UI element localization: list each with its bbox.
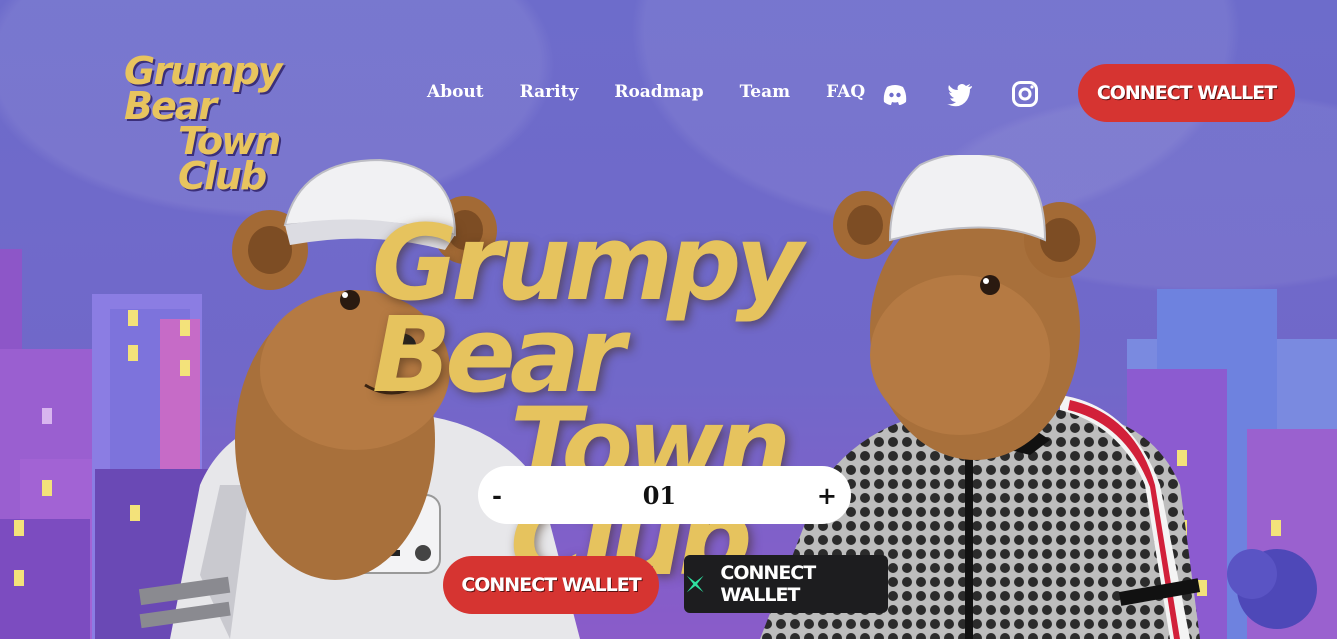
alt-connect-wallet-label: CONNECT WALLET (720, 562, 816, 606)
quantity-value: 01 (642, 480, 677, 510)
main-nav: About Rarity Roadmap Team FAQ (427, 82, 901, 102)
hero-title-line1: Grumpy Bear (372, 202, 803, 416)
site-logo[interactable]: Grumpy Bear Town Club (124, 49, 364, 198)
alt-connect-wallet-button[interactable]: CONNECT WALLET (684, 555, 888, 613)
increment-button[interactable]: + (817, 481, 851, 510)
quantity-stepper: - 01 + (478, 466, 851, 524)
decrement-button[interactable]: - (478, 481, 502, 510)
instagram-icon[interactable] (1011, 80, 1039, 108)
nav-rarity[interactable]: Rarity (520, 82, 579, 102)
nav-roadmap[interactable]: Roadmap (614, 82, 703, 102)
discord-icon[interactable] (881, 80, 909, 108)
nav-team[interactable]: Team (740, 82, 791, 102)
nav-about[interactable]: About (427, 82, 484, 102)
nav-faq[interactable]: FAQ (826, 82, 865, 102)
logo-line1: Grumpy Bear (124, 49, 283, 128)
hero-title: Grumpy Bear Town Club (360, 202, 1000, 590)
header-connect-wallet-button[interactable]: CONNECT WALLET (1078, 64, 1295, 122)
logo-line2: Town Club (178, 118, 281, 198)
twitter-icon[interactable] (946, 80, 974, 108)
wallet-logo-icon (686, 575, 704, 593)
mint-connect-wallet-button[interactable]: CONNECT WALLET (443, 556, 659, 614)
